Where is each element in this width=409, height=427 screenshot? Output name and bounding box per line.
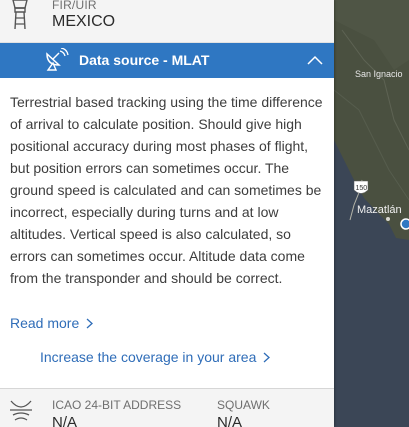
map-view[interactable]: San Ignacio 150 Mazatlán	[334, 0, 409, 427]
chevron-up-icon[interactable]	[306, 53, 324, 67]
satellite-dish-icon	[44, 47, 70, 72]
highway-shield-number: 150	[356, 185, 368, 192]
map-canvas[interactable]: San Ignacio 150 Mazatlán	[334, 0, 409, 427]
icao-address-value: N/A	[52, 414, 78, 427]
increase-coverage-link[interactable]: Increase the coverage in your area	[40, 349, 271, 365]
squawk-label: SQUAWK	[217, 398, 270, 412]
data-source-description: Terrestrial based tracking using the tim…	[10, 94, 323, 286]
aircraft-id-row: ICAO 24-BIT ADDRESS N/A SQUAWK N/A	[0, 389, 334, 427]
fir-value: MEXICO	[52, 13, 116, 30]
fir-label: FIR/UIR	[52, 0, 97, 12]
read-more-label: Read more	[10, 315, 80, 331]
radar-icon	[8, 399, 34, 423]
read-more-link[interactable]: Read more	[10, 315, 94, 331]
highway-shield-icon: 150	[353, 180, 369, 194]
data-source-title: Data source - MLAT	[79, 52, 210, 68]
fir-row: FIR/UIR MEXICO	[0, 0, 334, 43]
chevron-right-icon	[86, 318, 94, 328]
map-label-mazatlan-text: Mazatlán	[357, 204, 402, 216]
squawk-value: N/A	[217, 414, 243, 427]
control-tower-icon	[9, 0, 31, 30]
map-label-san-ignacio-text: San Ignacio	[355, 69, 403, 79]
map-label-mazatlan: Mazatlán	[357, 204, 402, 216]
icao-address-label: ICAO 24-BIT ADDRESS	[52, 398, 182, 412]
map-label-san-ignacio: San Ignacio	[355, 69, 403, 79]
data-source-header[interactable]: Data source - MLAT	[0, 43, 334, 78]
chevron-right-icon	[263, 352, 271, 362]
flight-info-panel: FIR/UIR MEXICO Data source - MLAT Terres…	[0, 0, 334, 427]
increase-coverage-label: Increase the coverage in your area	[40, 349, 257, 365]
